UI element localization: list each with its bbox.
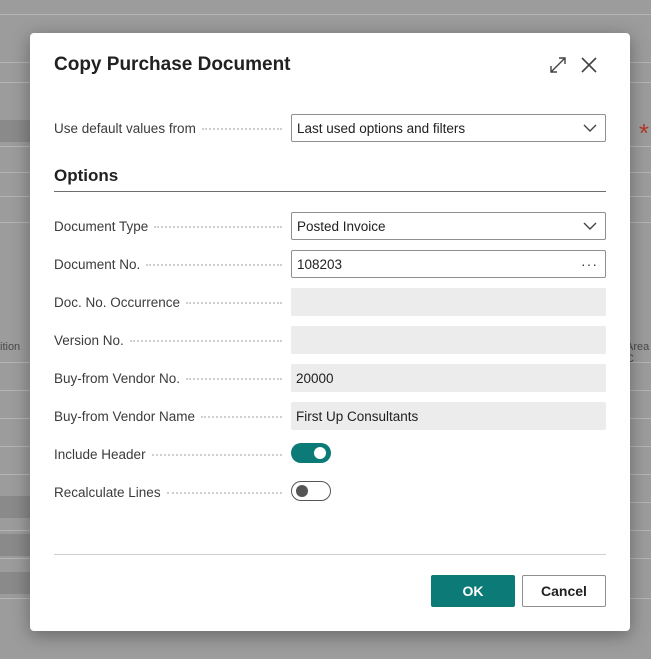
- document-type-select[interactable]: Posted Invoice: [291, 212, 606, 240]
- toggle-knob: [314, 447, 326, 459]
- doc-no-occurrence-row: Doc. No. Occurrence: [54, 288, 606, 316]
- document-no-input[interactable]: 108203 ···: [291, 250, 606, 278]
- expand-icon: [550, 57, 566, 73]
- background-band: [0, 120, 30, 142]
- label-dots: [129, 340, 282, 342]
- label-dots: [201, 128, 282, 130]
- defaults-select[interactable]: Last used options and filters: [291, 114, 606, 142]
- background-column-header: ition: [0, 341, 21, 353]
- version-no-label: Version No.: [54, 326, 286, 354]
- version-no-field: [291, 326, 606, 354]
- label-dots: [166, 492, 282, 494]
- defaults-row: Use default values from Last used option…: [54, 114, 606, 142]
- background-band: [0, 534, 30, 556]
- include-header-row: Include Header: [54, 440, 606, 468]
- document-no-label: Document No.: [54, 250, 286, 278]
- background-band: [0, 572, 30, 594]
- label-dots: [186, 302, 282, 304]
- lookup-ellipsis-icon[interactable]: ···: [581, 256, 598, 272]
- buy-from-vendor-name-row: Buy-from Vendor Name First Up Consultant…: [54, 402, 606, 430]
- doc-no-occurrence-field: [291, 288, 606, 316]
- close-button[interactable]: [579, 55, 599, 75]
- document-type-label: Document Type: [54, 212, 286, 240]
- recalculate-lines-row: Recalculate Lines: [54, 478, 606, 506]
- label-dots: [186, 378, 282, 380]
- dialog-title: Copy Purchase Document: [54, 54, 291, 75]
- cancel-button[interactable]: Cancel: [522, 575, 606, 607]
- expand-button[interactable]: [548, 55, 568, 75]
- include-header-label: Include Header: [54, 440, 286, 468]
- document-no-row: Document No. 108203 ···: [54, 250, 606, 278]
- buy-from-vendor-no-row: Buy-from Vendor No. 20000: [54, 364, 606, 392]
- close-icon: [581, 57, 597, 73]
- buy-from-vendor-name-label: Buy-from Vendor Name: [54, 402, 286, 430]
- buy-from-vendor-name-value: First Up Consultants: [296, 408, 419, 424]
- defaults-label: Use default values from: [54, 114, 286, 142]
- options-section-title: Options: [54, 166, 119, 185]
- chevron-down-icon: [583, 124, 597, 132]
- recalculate-lines-toggle[interactable]: [291, 481, 331, 501]
- buy-from-vendor-no-field: 20000: [291, 364, 606, 392]
- version-no-row: Version No.: [54, 326, 606, 354]
- section-divider: [54, 191, 606, 192]
- buy-from-vendor-name-field: First Up Consultants: [291, 402, 606, 430]
- toggle-knob: [296, 485, 308, 497]
- document-type-value: Posted Invoice: [297, 218, 386, 234]
- background-divider: [0, 14, 651, 15]
- background-band: [0, 496, 30, 518]
- defaults-select-value: Last used options and filters: [297, 120, 466, 136]
- include-header-toggle[interactable]: [291, 443, 331, 463]
- ok-button[interactable]: OK: [431, 575, 515, 607]
- document-type-row: Document Type Posted Invoice: [54, 212, 606, 240]
- doc-no-occurrence-label: Doc. No. Occurrence: [54, 288, 286, 316]
- label-dots: [151, 454, 282, 456]
- footer-divider: [54, 554, 606, 555]
- chevron-down-icon: [583, 222, 597, 230]
- required-star: *: [638, 118, 649, 148]
- copy-purchase-document-dialog: Copy Purchase Document Use default value…: [30, 33, 630, 631]
- recalculate-lines-label: Recalculate Lines: [54, 478, 286, 506]
- label-dots: [146, 264, 282, 266]
- buy-from-vendor-no-label: Buy-from Vendor No.: [54, 364, 286, 392]
- label-dots: [201, 416, 282, 418]
- buy-from-vendor-no-value: 20000: [296, 370, 334, 386]
- document-no-value: 108203: [297, 256, 343, 272]
- label-dots: [154, 226, 282, 228]
